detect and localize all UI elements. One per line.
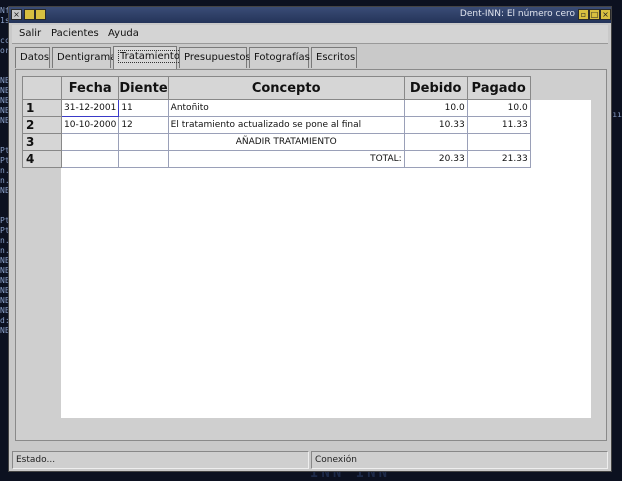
table-row: 1 31-12-2001 11 Antoñito 10.0 10.0	[22, 99, 531, 117]
col-header-diente[interactable]: Diente	[118, 76, 169, 100]
menu-ayuda[interactable]: Ayuda	[108, 28, 139, 39]
col-header-concepto[interactable]: Concepto	[167, 76, 405, 100]
table-row: 4 TOTAL: 20.33 21.33	[22, 150, 531, 168]
menu-bar: Salir Pacientes Ayuda	[12, 25, 608, 44]
row-number[interactable]: 2	[22, 116, 62, 134]
menu-salir[interactable]: Salir	[19, 28, 41, 39]
title-bar[interactable]: × Dent-INN: El número cero ▫ □ ×	[9, 7, 611, 23]
cell-diente[interactable]: 11	[118, 99, 169, 117]
add-treatment-button[interactable]: AÑADIR TRATAMIENTO	[167, 133, 405, 151]
maximize-icon[interactable]: □	[589, 9, 600, 20]
cell-fecha[interactable]	[60, 150, 120, 168]
row-number[interactable]: 1	[22, 99, 62, 117]
cell-debido[interactable]: 10.33	[403, 116, 468, 134]
tab-escritos[interactable]: Escritos	[311, 47, 357, 68]
cell-diente[interactable]: 12	[118, 116, 169, 134]
cell-fecha[interactable]: 10-10-2000	[60, 116, 120, 134]
cell-concepto[interactable]: El tratamiento actualizado se pone al fi…	[167, 116, 405, 134]
total-debido: 20.33	[403, 150, 468, 168]
table-row: 3 AÑADIR TRATAMIENTO	[22, 133, 531, 151]
cell-debido[interactable]	[403, 133, 468, 151]
window-close-icon[interactable]: ×	[600, 9, 611, 20]
col-header-debido[interactable]: Debido	[403, 76, 468, 100]
status-conexion: Conexión	[311, 451, 608, 469]
col-header-fecha[interactable]: Fecha	[60, 76, 120, 100]
app-window: × Dent-INN: El número cero ▫ □ × Salir P…	[8, 6, 612, 472]
cell-fecha[interactable]	[60, 133, 120, 151]
window-title: Dent-INN: El número cero	[459, 9, 575, 19]
total-pagado: 21.33	[466, 150, 531, 168]
desktop-terminal-text-right: ıı	[612, 110, 622, 119]
menu-pacientes[interactable]: Pacientes	[51, 28, 99, 39]
cell-debido[interactable]: 10.0	[403, 99, 468, 117]
col-header-pagado[interactable]: Pagado	[466, 76, 531, 100]
tab-tratamientos[interactable]: Tratamientos	[113, 46, 188, 69]
treatments-table: Fecha Diente Concepto Debido Pagado 1 31…	[22, 76, 531, 168]
status-estado: Estado...	[12, 451, 309, 469]
window-menu-icon[interactable]	[24, 9, 35, 20]
minimize-icon[interactable]: ▫	[578, 9, 589, 20]
table-row: 2 10-10-2000 12 El tratamiento actualiza…	[22, 116, 531, 134]
cell-diente[interactable]	[118, 150, 169, 168]
cell-pagado[interactable]: 11.33	[466, 116, 531, 134]
close-icon[interactable]: ×	[11, 9, 22, 20]
total-label: TOTAL:	[167, 150, 405, 168]
row-number[interactable]: 4	[22, 150, 62, 168]
shade-icon[interactable]	[35, 9, 46, 20]
cell-concepto[interactable]: Antoñito	[167, 99, 405, 117]
table-header-row: Fecha Diente Concepto Debido Pagado	[22, 76, 531, 100]
corner-cell	[22, 76, 62, 100]
tab-fotografias[interactable]: Fotografías	[249, 47, 310, 68]
row-number[interactable]: 3	[22, 133, 62, 151]
cell-fecha[interactable]: 31-12-2001	[60, 99, 120, 117]
tab-dentigrama[interactable]: Dentigrama	[52, 47, 116, 68]
tratamientos-panel: Fecha Diente Concepto Debido Pagado 1 31…	[15, 69, 607, 441]
tab-presupuestos[interactable]: Presupuestos	[179, 47, 251, 68]
cell-pagado[interactable]: 10.0	[466, 99, 531, 117]
cell-diente[interactable]	[118, 133, 169, 151]
status-bar: Estado... Conexión	[12, 451, 608, 469]
cell-pagado[interactable]	[466, 133, 531, 151]
tab-datos[interactable]: Datos	[15, 47, 50, 68]
